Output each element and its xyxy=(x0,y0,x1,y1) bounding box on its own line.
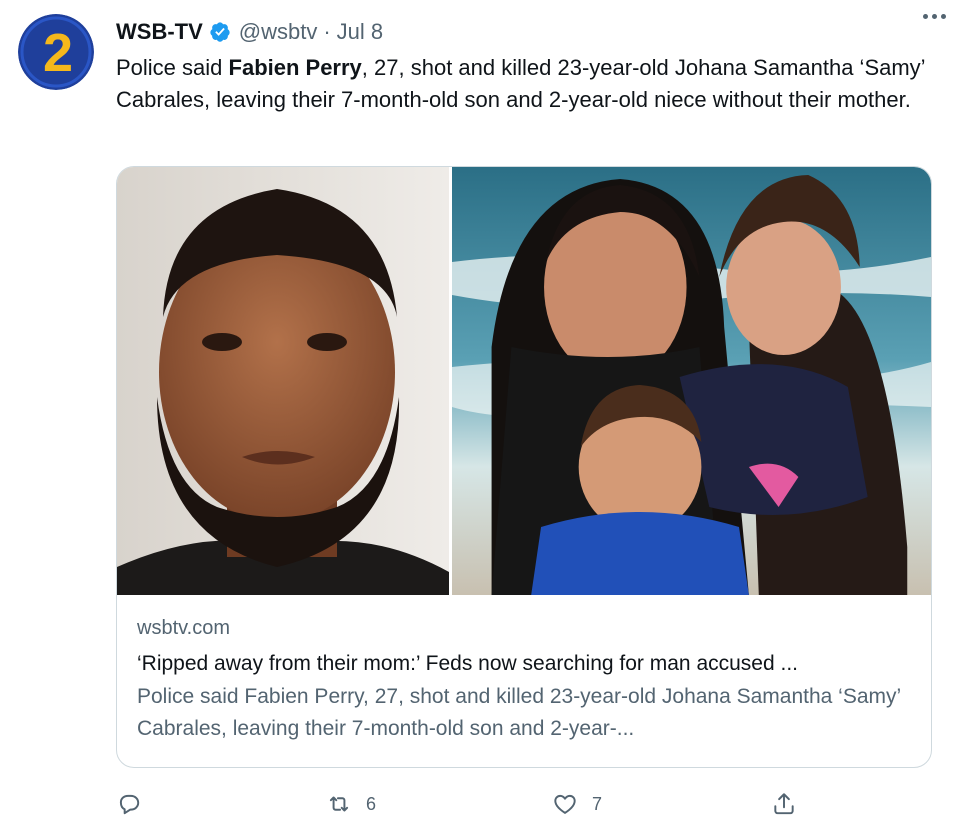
avatar-number: 2 xyxy=(43,23,73,83)
separator-dot: · xyxy=(323,19,331,44)
wsb-logo-icon: 2 xyxy=(18,14,94,90)
card-description: Police said Fabien Perry, 27, shot and k… xyxy=(137,685,901,740)
heart-icon xyxy=(554,794,576,814)
more-options-icon[interactable] xyxy=(923,14,946,19)
like-count: 7 xyxy=(592,793,603,814)
retweet-count: 6 xyxy=(366,793,377,814)
tweet-text: Police said Fabien Perry, 27, shot and k… xyxy=(116,52,936,116)
share-button[interactable] xyxy=(771,786,797,822)
tweet-header: WSB-TV @wsbtv · Jul 8 xyxy=(116,16,940,48)
retweet-icon xyxy=(329,796,349,812)
tweet-text-part: Police said xyxy=(116,55,229,80)
card-title: ‘Ripped away from their mom:’ Feds now s… xyxy=(137,652,798,675)
reply-icon xyxy=(119,794,140,815)
reply-button[interactable] xyxy=(116,786,156,822)
handle[interactable]: @wsbtv xyxy=(239,19,318,45)
avatar[interactable]: 2 xyxy=(18,14,94,90)
mugshot-photo xyxy=(117,167,452,595)
verified-badge-icon xyxy=(210,22,230,42)
card-domain: wsbtv.com xyxy=(137,617,230,639)
retweet-button[interactable]: 6 xyxy=(326,786,376,822)
like-button[interactable]: 7 xyxy=(552,786,602,822)
tweet-actions: 6 7 xyxy=(116,786,816,822)
card-meta[interactable]: wsbtv.com ‘Ripped away from their mom:’ … xyxy=(137,613,911,745)
link-card[interactable]: wsbtv.com ‘Ripped away from their mom:’ … xyxy=(116,166,932,768)
timestamp[interactable]: Jul 8 xyxy=(337,19,383,45)
share-icon xyxy=(774,793,794,815)
tweet-text-bold: Fabien Perry xyxy=(228,55,362,80)
display-name[interactable]: WSB-TV xyxy=(116,19,203,45)
card-media[interactable] xyxy=(117,167,931,595)
family-photo xyxy=(452,167,931,595)
